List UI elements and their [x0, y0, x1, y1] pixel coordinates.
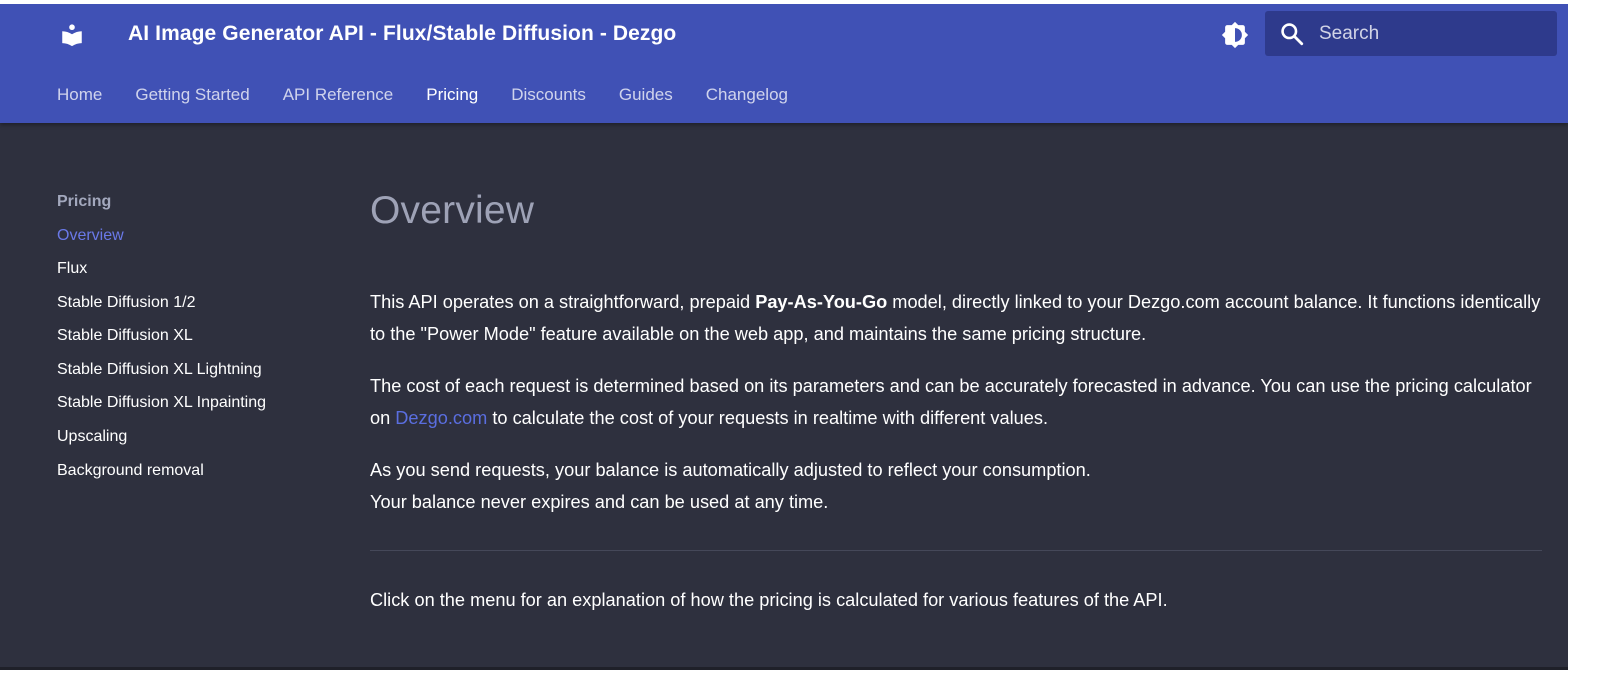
dezgo-link[interactable]: Dezgo.com — [395, 408, 487, 428]
page-title: Overview — [370, 189, 535, 232]
main-content: Overview This API operates on a straight… — [370, 184, 1545, 610]
top-header: AI Image Generator API - Flux/Stable Dif… — [0, 4, 1568, 123]
sidebar-item-stable-diffusion-1-2[interactable]: Stable Diffusion 1/2 — [57, 291, 337, 315]
sidebar-item-background-removal[interactable]: Background removal — [57, 459, 337, 483]
cost-paragraph: The cost of each request is determined b… — [370, 370, 1545, 434]
intro-paragraph: This API operates on a straightforward, … — [370, 286, 1545, 350]
tab-home[interactable]: Home — [57, 82, 102, 108]
sidebar-item-overview[interactable]: Overview — [57, 224, 337, 248]
tab-guides[interactable]: Guides — [619, 82, 673, 108]
sidebar-item-sdxl-inpainting[interactable]: Stable Diffusion XL Inpainting — [57, 391, 337, 415]
sidebar-nav: Pricing Overview Flux Stable Diffusion 1… — [57, 190, 337, 492]
cost-text-end: to calculate the cost of your requests i… — [487, 408, 1049, 428]
docs-page: AI Image Generator API - Flux/Stable Dif… — [0, 4, 1568, 670]
balance-line-1: As you send requests, your balance is au… — [370, 460, 1091, 480]
sidebar-item-stable-diffusion-xl[interactable]: Stable Diffusion XL — [57, 324, 337, 348]
balance-line-2: Your balance never expires and can be us… — [370, 492, 829, 512]
sidebar-item-upscaling[interactable]: Upscaling — [57, 425, 337, 449]
brightness-toggle-icon[interactable] — [1219, 19, 1251, 51]
tab-getting-started[interactable]: Getting Started — [135, 82, 249, 108]
sidebar-item-sdxl-lightning[interactable]: Stable Diffusion XL Lightning — [57, 358, 337, 382]
intro-text-start: This API operates on a straightforward, … — [370, 292, 756, 312]
search-icon[interactable] — [1279, 21, 1305, 47]
balance-paragraph: As you send requests, your balance is au… — [370, 454, 1545, 518]
tab-pricing[interactable]: Pricing — [426, 82, 478, 108]
tab-discounts[interactable]: Discounts — [511, 82, 586, 108]
tab-changelog[interactable]: Changelog — [706, 82, 788, 108]
sidebar-section-title: Pricing — [57, 193, 112, 210]
sidebar-item-flux[interactable]: Flux — [57, 257, 337, 281]
menu-hint-paragraph: Click on the menu for an explanation of … — [370, 590, 1168, 610]
book-open-icon[interactable] — [58, 21, 86, 49]
content-divider — [370, 550, 1542, 551]
main-tabs: Home Getting Started API Reference Prici… — [57, 82, 821, 108]
search-box[interactable] — [1265, 11, 1557, 56]
site-title[interactable]: AI Image Generator API - Flux/Stable Dif… — [128, 19, 676, 49]
pay-as-you-go-emphasis: Pay-As-You-Go — [755, 292, 888, 312]
search-input[interactable] — [1319, 11, 1549, 56]
tab-api-reference[interactable]: API Reference — [283, 82, 394, 108]
